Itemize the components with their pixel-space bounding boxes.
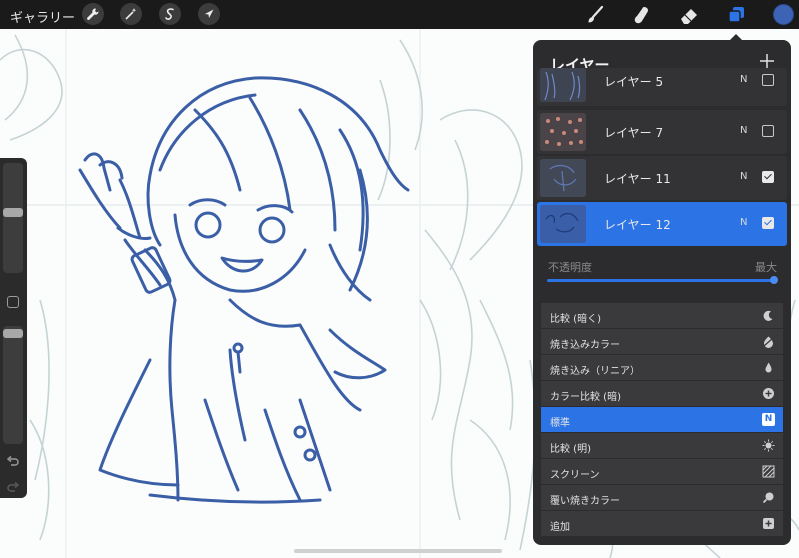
brush-opacity-thumb[interactable]: [3, 329, 23, 339]
brush-opacity-slider[interactable]: [3, 326, 23, 444]
layer-visibility-checkbox[interactable]: [762, 125, 774, 137]
layers-icon[interactable]: [725, 4, 747, 26]
plus-circle-icon: [763, 388, 774, 399]
blend-mode-item[interactable]: 焼き込み（リニア）: [541, 355, 783, 380]
blend-mode-label: 焼き込み（リニア）: [550, 366, 640, 377]
sun-icon: [762, 439, 775, 452]
layer-thumbnail: [540, 159, 586, 197]
layer-thumbnail: [540, 113, 586, 151]
home-indicator: [294, 549, 502, 553]
opacity-label: 不透明度: [548, 261, 592, 274]
layer-name: レイヤー 12: [604, 218, 671, 232]
blend-mode-label: 比較 (明): [550, 444, 591, 455]
blend-mode-item[interactable]: 比較 (暗く): [541, 303, 783, 328]
brush-icon[interactable]: [584, 4, 606, 26]
layer-row[interactable]: レイヤー 7 N: [537, 110, 787, 154]
modify-square-icon[interactable]: [7, 296, 19, 308]
blend-mode-item[interactable]: スクリーン: [541, 459, 783, 484]
blend-mode-item[interactable]: 比較 (明): [541, 433, 783, 458]
eraser-icon[interactable]: [678, 4, 700, 26]
magnifier-icon: [762, 492, 774, 504]
layer-row-selected[interactable]: レイヤー 12 N: [537, 202, 787, 246]
blend-mode-item[interactable]: 標準 N: [541, 407, 783, 432]
layers-panel: レイヤー レイヤー 5 N レイヤー 7 N レイヤー 11 N レイヤー 12…: [533, 40, 791, 545]
blend-mode-label: 追加: [550, 522, 570, 533]
layer-blend-mode[interactable]: N: [740, 74, 747, 85]
layer-thumbnail: [540, 205, 586, 243]
n-badge-icon: N: [762, 413, 775, 426]
blend-mode-item[interactable]: カラー比較 (暗): [541, 381, 783, 406]
plus-square-icon: [763, 518, 774, 529]
burn-icon: [763, 336, 774, 348]
opacity-slider-knob[interactable]: [770, 276, 778, 284]
layer-name: レイヤー 7: [604, 126, 664, 140]
blend-mode-label: カラー比較 (暗): [550, 392, 621, 403]
top-toolbar: ギャラリー: [0, 0, 799, 29]
brush-size-thumb[interactable]: [3, 208, 23, 218]
blend-mode-label: 焼き込みカラー: [550, 340, 620, 351]
moon-icon: [763, 310, 773, 321]
layer-thumbnail: [540, 68, 586, 102]
left-sidebar: [0, 158, 27, 498]
hatch-icon: [762, 465, 775, 478]
undo-icon[interactable]: [6, 454, 20, 468]
opacity-slider[interactable]: [547, 279, 775, 282]
flame-icon: [765, 362, 772, 373]
layer-visibility-checkbox[interactable]: [762, 74, 774, 86]
gallery-button[interactable]: ギャラリー: [10, 7, 75, 26]
layer-blend-mode[interactable]: N: [740, 125, 747, 136]
transform-arrow-icon[interactable]: [198, 3, 220, 25]
layer-row[interactable]: レイヤー 5 N: [537, 68, 787, 106]
smudge-icon[interactable]: [631, 4, 653, 26]
wrench-icon[interactable]: [82, 3, 104, 25]
color-picker-swatch[interactable]: [773, 4, 794, 25]
selection-icon[interactable]: [159, 3, 181, 25]
redo-icon[interactable]: [6, 480, 20, 494]
blend-mode-label: スクリーン: [550, 470, 600, 481]
blend-mode-label: 覆い焼きカラー: [550, 496, 620, 507]
blend-mode-item[interactable]: 焼き込みカラー: [541, 329, 783, 354]
plus-icon[interactable]: [759, 53, 775, 69]
magic-wand-icon[interactable]: [120, 3, 142, 25]
blend-mode-label: 比較 (暗く): [550, 314, 601, 325]
brush-size-slider[interactable]: [3, 163, 23, 273]
layer-blend-mode[interactable]: N: [740, 171, 747, 182]
layer-name: レイヤー 5: [604, 75, 664, 89]
blend-mode-label: 標準: [550, 418, 570, 429]
opacity-value: 最大: [755, 261, 777, 274]
blend-mode-item[interactable]: 追加: [541, 511, 783, 536]
layer-blend-mode[interactable]: N: [740, 217, 747, 228]
blend-mode-item[interactable]: 覆い焼きカラー: [541, 485, 783, 510]
layer-visibility-checkbox[interactable]: [762, 217, 774, 229]
layer-visibility-checkbox[interactable]: [762, 171, 774, 183]
layer-name: レイヤー 11: [604, 172, 671, 186]
layer-row[interactable]: レイヤー 11 N: [537, 156, 787, 200]
